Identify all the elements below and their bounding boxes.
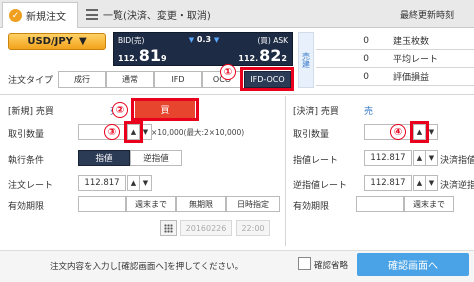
- arrow-down-icon: ▼: [142, 179, 149, 187]
- skip-confirm-checkbox[interactable]: [298, 257, 311, 270]
- expiry-date-field[interactable]: 20160226: [180, 220, 232, 236]
- summary-row: 0 評価損益: [316, 68, 474, 86]
- summary-value: 0: [363, 35, 369, 46]
- close-expiry-label: 有効期限: [293, 202, 330, 212]
- bid-price-last: 9: [161, 54, 167, 63]
- arrow-down-icon: ▼: [142, 128, 149, 136]
- close-expiry-weekend-button[interactable]: 週末まで: [404, 196, 454, 212]
- limit-suffix: 決済指値: [440, 156, 474, 166]
- order-rate-input[interactable]: 112.817: [78, 175, 126, 191]
- arrow-up-icon: ▲: [416, 154, 423, 162]
- limit-rate-label: 指値レート: [293, 156, 339, 166]
- stop-rate-input[interactable]: 112.817: [364, 175, 412, 191]
- close-side-label: [決済] 売買: [293, 107, 339, 117]
- position-summary: 0 建玉枚数 0 平均レート 0 評価損益: [316, 32, 474, 86]
- quote-panel: BID(売) ▼ 0.3 ▼ (買) ASK 112. 81 9 112. 82…: [113, 32, 293, 66]
- arrow-up-icon: ▲: [416, 179, 423, 187]
- bid-label-text: BID(売): [118, 36, 145, 45]
- tab-order-list[interactable]: 一覧(決済、変更・取消): [80, 2, 310, 27]
- divider: [0, 94, 474, 95]
- arrow-down-icon: ▼: [428, 154, 435, 162]
- chevron-down-icon: ▼: [78, 36, 87, 47]
- order-type-normal[interactable]: 通常: [106, 71, 154, 88]
- stop-rate-label: 逆指値レート: [293, 181, 348, 191]
- exec-limit-button[interactable]: 指値: [78, 150, 130, 166]
- expiry-indefinite-button[interactable]: 無期限: [176, 196, 226, 212]
- currency-pair-label: USD/JPY: [27, 36, 73, 47]
- arrow-down-icon: ▼: [428, 128, 435, 136]
- expiry-label: 有効期限: [8, 202, 45, 212]
- ask-price-last: 2: [281, 54, 287, 63]
- annotation-box: [124, 121, 143, 143]
- exec-stop-button[interactable]: 逆指値: [130, 150, 182, 166]
- ask-label-text: (買) ASK: [257, 36, 288, 45]
- rate-down-button[interactable]: ▼: [139, 175, 152, 191]
- limit-rate-input[interactable]: 112.817: [364, 150, 412, 166]
- annotation-box: [240, 67, 294, 91]
- spread-value: 0.3: [196, 35, 212, 44]
- bid-price[interactable]: 112. 81 9: [118, 46, 168, 65]
- check-icon: ✓: [9, 9, 22, 22]
- bid-label: BID(売): [118, 35, 144, 46]
- order-type-label: 注文タイプ: [8, 76, 54, 86]
- close-expiry-today-button[interactable]: 当日限り: [356, 196, 404, 212]
- annotation-marker: ③: [104, 124, 120, 140]
- order-rate-label: 注文レート: [8, 181, 54, 191]
- quantity-label: 取引数量: [8, 130, 45, 140]
- last-update-label: 最終更新時刻: [400, 11, 455, 21]
- summary-row: 0 建玉枚数: [316, 32, 474, 50]
- arrow-down-icon: ▼: [213, 36, 220, 44]
- ask-price[interactable]: 112. 82 2: [238, 46, 288, 65]
- exec-condition-label: 執行条件: [8, 156, 45, 166]
- arrow-up-icon: ▲: [130, 179, 137, 187]
- expiry-today-button[interactable]: 当日限り: [78, 196, 126, 212]
- footer-message: 注文内容を入力し[確認画面へ]を押してください。: [50, 262, 244, 272]
- grid-icon: [164, 223, 173, 233]
- expiry-weekend-button[interactable]: 週末まで: [126, 196, 176, 212]
- expiry-datetime-button[interactable]: 日時指定: [226, 196, 280, 212]
- new-side-label: [新規] 売買: [8, 107, 54, 117]
- close-quantity-label: 取引数量: [293, 130, 330, 140]
- tab-new-order[interactable]: ✓ 新規注文: [2, 2, 78, 28]
- column-divider: [285, 96, 286, 246]
- arrow-down-icon: ▼: [428, 179, 435, 187]
- ask-price-int: 112.: [238, 54, 259, 63]
- currency-pair-select[interactable]: USD/JPY ▼: [8, 33, 106, 50]
- order-type-market[interactable]: 成行: [58, 71, 106, 88]
- bid-price-dec: 81: [138, 46, 162, 65]
- quantity-note: ×10,000(最大:2×10,000): [151, 128, 245, 137]
- order-type-ifd[interactable]: IFD: [154, 71, 202, 88]
- annotation-marker: ④: [390, 124, 406, 140]
- close-side-value: 売: [364, 107, 374, 117]
- spread: ▼ 0.3 ▼: [186, 35, 222, 44]
- summary-value: 0: [363, 71, 369, 82]
- stop-suffix: 決済逆指: [440, 181, 474, 191]
- annotation-marker: ①: [220, 64, 236, 80]
- annotation-box: [410, 121, 429, 143]
- list-icon: [86, 9, 98, 20]
- summary-row: 0 平均レート: [316, 50, 474, 68]
- summary-label: 建玉枚数: [393, 37, 430, 47]
- annotation-marker: ②: [112, 102, 128, 118]
- skip-confirm-label: 確認省略: [314, 261, 349, 271]
- annotation-box: [131, 98, 199, 121]
- ask-price-dec: 82: [259, 46, 282, 65]
- calendar-button[interactable]: [160, 220, 177, 236]
- summary-value: 0: [363, 53, 369, 64]
- confirm-button[interactable]: 確認画面へ: [357, 253, 469, 276]
- ask-label: (買) ASK: [257, 35, 288, 46]
- bid-price-int: 112.: [118, 54, 138, 63]
- expiry-time-field[interactable]: 22:00: [236, 220, 270, 236]
- tab-order-list-label: 一覧(決済、変更・取消): [103, 11, 211, 22]
- limit-down-button[interactable]: ▼: [425, 150, 438, 166]
- summary-label: 評価損益: [393, 73, 430, 83]
- tab-new-order-label: 新規注文: [26, 12, 66, 23]
- summary-label: 平均レート: [393, 55, 439, 65]
- arrow-down-icon: ▼: [188, 36, 195, 44]
- stop-down-button[interactable]: ▼: [425, 175, 438, 191]
- position-side-label: 売建: [298, 32, 314, 88]
